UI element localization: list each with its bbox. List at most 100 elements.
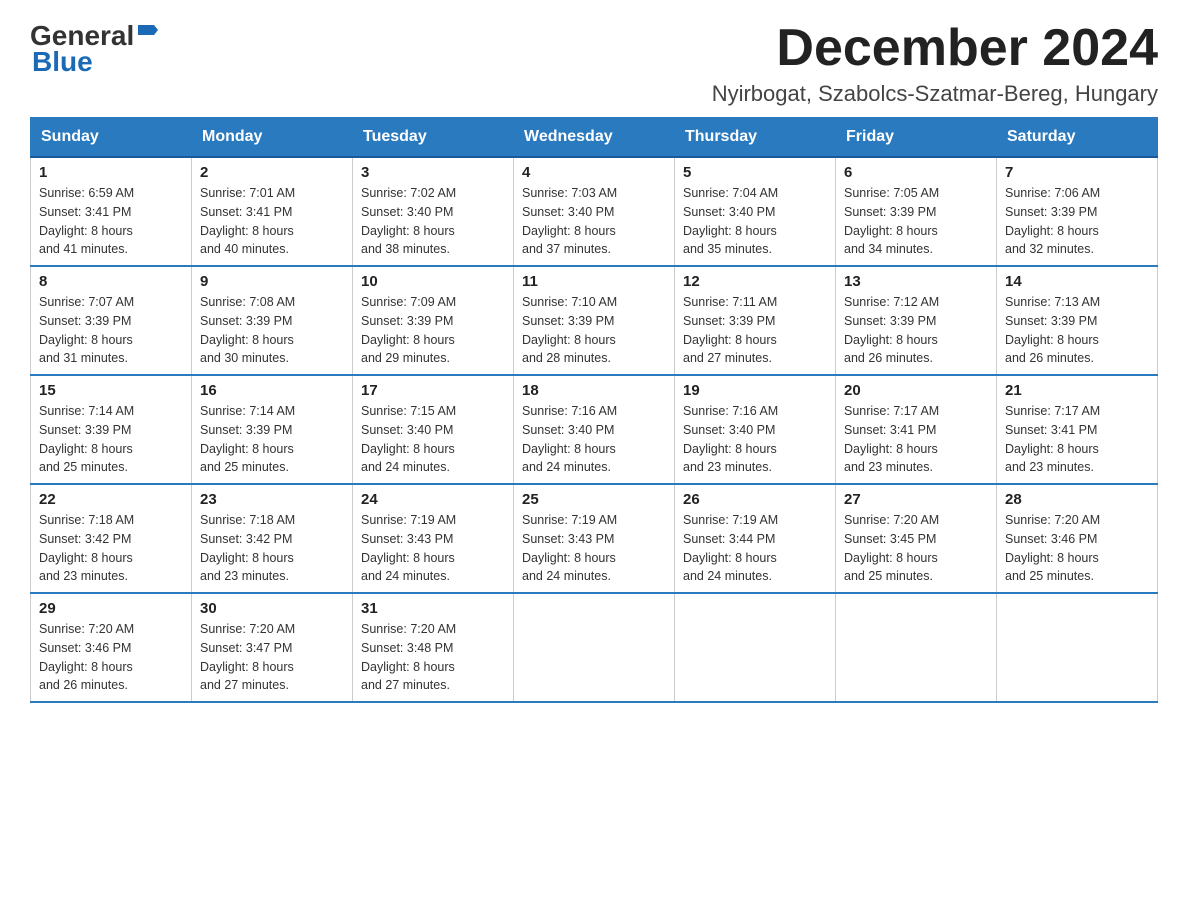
day-info: Sunrise: 7:12 AMSunset: 3:39 PMDaylight:… [844,293,988,368]
calendar-cell: 9 Sunrise: 7:08 AMSunset: 3:39 PMDaylight… [192,266,353,375]
calendar-cell: 20 Sunrise: 7:17 AMSunset: 3:41 PMDayligh… [836,375,997,484]
weekday-header-friday: Friday [836,118,997,158]
calendar-table: SundayMondayTuesdayWednesdayThursdayFrid… [30,117,1158,703]
day-number: 20 [844,382,988,399]
calendar-cell: 27Sunrise: 7:20 AMSunset: 3:45 PMDayligh… [836,484,997,593]
calendar-cell: 12Sunrise: 7:11 AMSunset: 3:39 PMDayligh… [675,266,836,375]
day-number: 7 [1005,164,1149,181]
day-number: 29 [39,600,183,617]
day-number: 14 [1005,273,1149,290]
day-number: 9 [200,273,344,290]
day-number: 25 [522,491,666,508]
day-info: Sunrise: 7:14 AMSunset: 3:39 PMDaylight:… [39,402,183,477]
calendar-cell [836,593,997,702]
logo: General Blue [30,20,158,78]
day-info: Sunrise: 7:04 AMSunset: 3:40 PMDaylight:… [683,184,827,259]
week-row-3: 15 Sunrise: 7:14 AMSunset: 3:39 PMDayligh… [31,375,1158,484]
weekday-header-wednesday: Wednesday [514,118,675,158]
day-number: 6 [844,164,988,181]
calendar-cell: 18 Sunrise: 7:16 AMSunset: 3:40 PMDayligh… [514,375,675,484]
day-number: 22 [39,491,183,508]
calendar-cell: 29 Sunrise: 7:20 AMSunset: 3:46 PMDayligh… [31,593,192,702]
month-title: December 2024 [712,20,1158,77]
day-number: 18 [522,382,666,399]
calendar-cell [675,593,836,702]
day-info: Sunrise: 7:15 AMSunset: 3:40 PMDaylight:… [361,402,505,477]
calendar-cell: 11Sunrise: 7:10 AMSunset: 3:39 PMDayligh… [514,266,675,375]
calendar-cell: 10 Sunrise: 7:09 AMSunset: 3:39 PMDayligh… [353,266,514,375]
day-info: Sunrise: 7:14 AMSunset: 3:39 PMDaylight:… [200,402,344,477]
day-number: 15 [39,382,183,399]
calendar-cell: 14 Sunrise: 7:13 AMSunset: 3:39 PMDayligh… [997,266,1158,375]
day-number: 30 [200,600,344,617]
day-number: 27 [844,491,988,508]
calendar-cell: 15 Sunrise: 7:14 AMSunset: 3:39 PMDayligh… [31,375,192,484]
day-info: Sunrise: 7:08 AMSunset: 3:39 PMDaylight:… [200,293,344,368]
calendar-cell: 31 Sunrise: 7:20 AMSunset: 3:48 PMDayligh… [353,593,514,702]
weekday-header-thursday: Thursday [675,118,836,158]
weekday-header-monday: Monday [192,118,353,158]
day-info: Sunrise: 7:20 AMSunset: 3:47 PMDaylight:… [200,620,344,695]
day-info: Sunrise: 7:19 AMSunset: 3:43 PMDaylight:… [361,511,505,586]
day-info: Sunrise: 7:13 AMSunset: 3:39 PMDaylight:… [1005,293,1149,368]
calendar-cell: 19 Sunrise: 7:16 AMSunset: 3:40 PMDayligh… [675,375,836,484]
day-info: Sunrise: 7:17 AMSunset: 3:41 PMDaylight:… [1005,402,1149,477]
calendar-cell [514,593,675,702]
day-number: 10 [361,273,505,290]
calendar-cell: 23 Sunrise: 7:18 AMSunset: 3:42 PMDayligh… [192,484,353,593]
day-info: Sunrise: 7:11 AMSunset: 3:39 PMDaylight:… [683,293,827,368]
calendar-cell: 16 Sunrise: 7:14 AMSunset: 3:39 PMDayligh… [192,375,353,484]
calendar-cell: 4 Sunrise: 7:03 AMSunset: 3:40 PMDaylight… [514,157,675,266]
day-number: 2 [200,164,344,181]
week-row-1: 1 Sunrise: 6:59 AMSunset: 3:41 PMDaylight… [31,157,1158,266]
day-number: 1 [39,164,183,181]
day-info: Sunrise: 7:18 AMSunset: 3:42 PMDaylight:… [200,511,344,586]
calendar-cell: 21Sunrise: 7:17 AMSunset: 3:41 PMDayligh… [997,375,1158,484]
day-number: 19 [683,382,827,399]
calendar-cell: 5 Sunrise: 7:04 AMSunset: 3:40 PMDaylight… [675,157,836,266]
weekday-header-row: SundayMondayTuesdayWednesdayThursdayFrid… [31,118,1158,158]
day-info: Sunrise: 7:05 AMSunset: 3:39 PMDaylight:… [844,184,988,259]
calendar-cell: 1 Sunrise: 6:59 AMSunset: 3:41 PMDaylight… [31,157,192,266]
day-info: Sunrise: 7:19 AMSunset: 3:44 PMDaylight:… [683,511,827,586]
location-title: Nyirbogat, Szabolcs-Szatmar-Bereg, Hunga… [712,81,1158,107]
calendar-cell: 28 Sunrise: 7:20 AMSunset: 3:46 PMDayligh… [997,484,1158,593]
calendar-cell: 7 Sunrise: 7:06 AMSunset: 3:39 PMDaylight… [997,157,1158,266]
day-info: Sunrise: 7:20 AMSunset: 3:46 PMDaylight:… [1005,511,1149,586]
calendar-cell: 24Sunrise: 7:19 AMSunset: 3:43 PMDayligh… [353,484,514,593]
calendar-cell: 8Sunrise: 7:07 AMSunset: 3:39 PMDaylight… [31,266,192,375]
day-number: 31 [361,600,505,617]
calendar-cell: 3Sunrise: 7:02 AMSunset: 3:40 PMDaylight… [353,157,514,266]
weekday-header-tuesday: Tuesday [353,118,514,158]
day-number: 3 [361,164,505,181]
day-number: 16 [200,382,344,399]
day-info: Sunrise: 7:03 AMSunset: 3:40 PMDaylight:… [522,184,666,259]
day-info: Sunrise: 7:19 AMSunset: 3:43 PMDaylight:… [522,511,666,586]
week-row-4: 22 Sunrise: 7:18 AMSunset: 3:42 PMDayligh… [31,484,1158,593]
week-row-2: 8Sunrise: 7:07 AMSunset: 3:39 PMDaylight… [31,266,1158,375]
title-area: December 2024 Nyirbogat, Szabolcs-Szatma… [712,20,1158,107]
logo-blue-text: Blue [32,46,93,78]
day-info: Sunrise: 6:59 AMSunset: 3:41 PMDaylight:… [39,184,183,259]
calendar-cell: 26Sunrise: 7:19 AMSunset: 3:44 PMDayligh… [675,484,836,593]
day-info: Sunrise: 7:20 AMSunset: 3:46 PMDaylight:… [39,620,183,695]
calendar-cell: 13Sunrise: 7:12 AMSunset: 3:39 PMDayligh… [836,266,997,375]
calendar-cell: 17 Sunrise: 7:15 AMSunset: 3:40 PMDayligh… [353,375,514,484]
day-info: Sunrise: 7:09 AMSunset: 3:39 PMDaylight:… [361,293,505,368]
day-info: Sunrise: 7:17 AMSunset: 3:41 PMDaylight:… [844,402,988,477]
weekday-header-sunday: Sunday [31,118,192,158]
day-info: Sunrise: 7:18 AMSunset: 3:42 PMDaylight:… [39,511,183,586]
day-number: 17 [361,382,505,399]
day-number: 11 [522,273,666,290]
calendar-cell [997,593,1158,702]
day-number: 28 [1005,491,1149,508]
day-info: Sunrise: 7:16 AMSunset: 3:40 PMDaylight:… [683,402,827,477]
logo-blue-line: Blue [30,46,93,78]
day-number: 4 [522,164,666,181]
day-info: Sunrise: 7:20 AMSunset: 3:48 PMDaylight:… [361,620,505,695]
day-info: Sunrise: 7:16 AMSunset: 3:40 PMDaylight:… [522,402,666,477]
day-number: 23 [200,491,344,508]
day-info: Sunrise: 7:06 AMSunset: 3:39 PMDaylight:… [1005,184,1149,259]
day-number: 5 [683,164,827,181]
logo-flag-icon [136,23,158,45]
